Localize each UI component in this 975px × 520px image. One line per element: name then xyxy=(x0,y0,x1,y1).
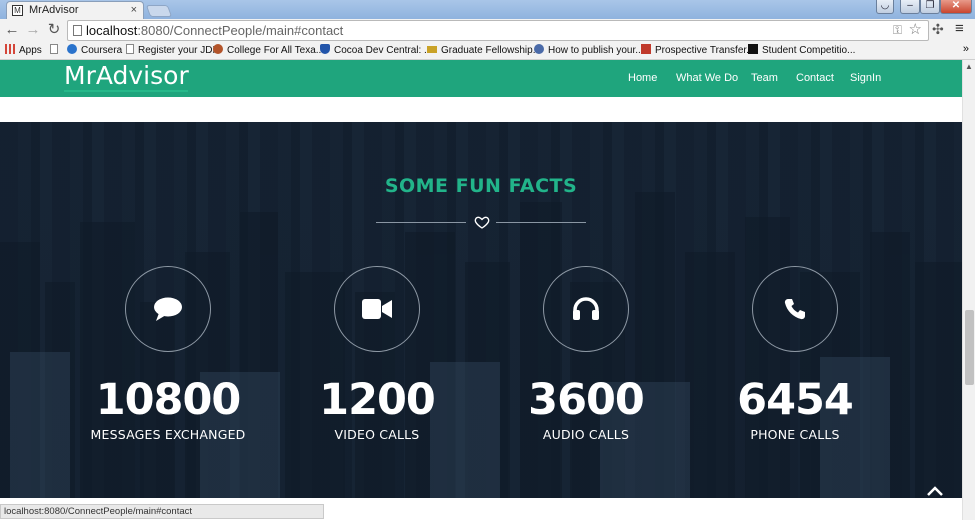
bookmark-publish[interactable]: How to publish your... xyxy=(534,44,644,58)
headphones-icon xyxy=(573,297,599,320)
bookmark-coursera[interactable]: Coursera xyxy=(67,44,122,58)
address-bar[interactable]: localhost:8080/ConnectPeople/main#contac… xyxy=(67,20,929,41)
bookmark-cocoa[interactable]: Cocoa Dev Central: ... xyxy=(320,44,432,58)
bookmark-label: Graduate Fellowship... xyxy=(441,45,542,56)
fact-audio-calls: 3600 AUDIO CALLS xyxy=(486,266,686,442)
nav-signin[interactable]: SignIn xyxy=(850,72,881,84)
bookmark-label: How to publish your... xyxy=(548,45,644,56)
section-spacer xyxy=(0,97,962,122)
fact-label: PHONE CALLS xyxy=(750,427,840,442)
bookmark-apps[interactable]: Apps xyxy=(5,44,42,58)
coursera-icon xyxy=(67,44,77,54)
video-camera-icon xyxy=(362,299,392,319)
bookmark-jdk[interactable]: Register your JDK xyxy=(126,44,219,58)
site-navbar: MrAdvisor Home What We Do Team Contact S… xyxy=(0,60,962,97)
forward-arrow-icon[interactable]: → xyxy=(24,21,42,39)
facts-heading: SOME FUN FACTS xyxy=(384,175,578,197)
browser-tab[interactable]: M MrAdvisor × xyxy=(6,1,144,19)
page-viewport: MrAdvisor Home What We Do Team Contact S… xyxy=(0,60,962,520)
fact-label: MESSAGES EXCHANGED xyxy=(90,427,246,442)
fact-icon-circle xyxy=(752,266,838,352)
bookmarks-bar: Apps Coursera Register your JDK College … xyxy=(0,42,975,60)
bookmark-label: Prospective Transfer... xyxy=(655,45,755,56)
bookmark-star-icon[interactable]: ☆ xyxy=(909,20,922,39)
heart-icon xyxy=(474,216,490,229)
scroll-to-top-icon[interactable] xyxy=(926,484,944,498)
brand-underline xyxy=(64,90,188,92)
fact-icon-circle xyxy=(125,266,211,352)
url-path: :8080/ConnectPeople/main#contact xyxy=(137,23,344,38)
bookmark-fellowship[interactable]: Graduate Fellowship... xyxy=(427,44,541,58)
bookmark-student[interactable]: Student Competitio... xyxy=(748,44,855,58)
chat-bubble-icon xyxy=(154,297,182,321)
browser-menu-icon[interactable]: ≡ xyxy=(955,20,964,37)
fact-icon-circle xyxy=(334,266,420,352)
shield-icon xyxy=(320,44,330,54)
fact-number: 10800 xyxy=(95,375,242,425)
fact-video-calls: 1200 VIDEO CALLS xyxy=(277,266,477,442)
fact-messages: 10800 MESSAGES EXCHANGED xyxy=(68,266,268,442)
site-favicon-icon: M xyxy=(12,5,23,16)
globe-icon xyxy=(534,44,544,54)
nav-contact[interactable]: Contact xyxy=(796,72,834,84)
fact-icon-circle xyxy=(543,266,629,352)
close-window-button[interactable]: ✕ xyxy=(940,0,972,14)
badge-icon xyxy=(427,46,437,53)
fact-number: 6454 xyxy=(737,375,854,425)
page-icon xyxy=(50,44,58,54)
tab-close-icon[interactable]: × xyxy=(131,2,137,18)
square-icon xyxy=(748,44,758,54)
document-icon xyxy=(641,44,651,54)
fact-label: VIDEO CALLS xyxy=(334,427,420,442)
bookmark-label: Cocoa Dev Central: ... xyxy=(334,45,433,56)
bookmark-label: Register your JDK xyxy=(138,45,220,56)
scrollbar-thumb[interactable] xyxy=(965,310,974,385)
browser-toolbar: ← → ↻ localhost:8080/ConnectPeople/main#… xyxy=(0,19,975,42)
phone-icon xyxy=(784,299,805,320)
key-icon[interactable]: ⚿ xyxy=(893,21,902,40)
bookmark-college[interactable]: College For All Texa... xyxy=(213,44,324,58)
fact-label: AUDIO CALLS xyxy=(542,427,630,442)
star-seal-icon xyxy=(213,44,223,54)
status-bar-url: localhost:8080/ConnectPeople/main#contac… xyxy=(0,504,324,519)
divider-right xyxy=(496,222,586,223)
fact-number: 1200 xyxy=(319,375,436,425)
reload-icon[interactable]: ↻ xyxy=(45,21,63,39)
minimize-button[interactable]: – xyxy=(900,0,920,14)
bookmark-label: Coursera xyxy=(81,45,123,56)
scroll-up-arrow-icon[interactable]: ▲ xyxy=(965,62,973,71)
site-brand-logo[interactable]: MrAdvisor xyxy=(64,61,189,91)
bookmark-label: College For All Texa... xyxy=(227,45,325,56)
bookmark-blank[interactable] xyxy=(50,44,62,58)
nav-what-we-do[interactable]: What We Do xyxy=(676,72,738,84)
bookmark-label: Apps xyxy=(19,45,42,56)
maximize-button[interactable]: ❐ xyxy=(920,0,940,14)
nav-team[interactable]: Team xyxy=(751,72,778,84)
page-icon xyxy=(73,25,82,36)
apps-grid-icon xyxy=(5,44,15,54)
page-icon xyxy=(126,44,134,54)
url-host: localhost xyxy=(86,23,138,38)
tab-title: MrAdvisor xyxy=(29,4,79,16)
divider-left xyxy=(376,222,466,223)
nav-home[interactable]: Home xyxy=(628,72,657,84)
back-arrow-icon[interactable]: ← xyxy=(3,21,21,39)
fun-facts-section: SOME FUN FACTS 10800 MESSAGES EXCHANGED xyxy=(0,122,962,498)
extension-puzzle-icon[interactable]: ✣ xyxy=(932,21,944,38)
fact-phone-calls: 6454 PHONE CALLS xyxy=(695,266,895,442)
fact-number: 3600 xyxy=(528,375,645,425)
page-scrollbar[interactable]: ▲ xyxy=(962,60,975,520)
more-bookmarks-icon[interactable]: » xyxy=(963,43,969,55)
bookmark-label: Student Competitio... xyxy=(762,45,856,56)
window-titlebar: M MrAdvisor × ◡ – ❐ ✕ xyxy=(0,0,975,19)
new-tab-button[interactable] xyxy=(145,5,173,17)
bookmark-transfer[interactable]: Prospective Transfer... xyxy=(641,44,755,58)
user-profile-icon[interactable]: ◡ xyxy=(876,0,894,14)
